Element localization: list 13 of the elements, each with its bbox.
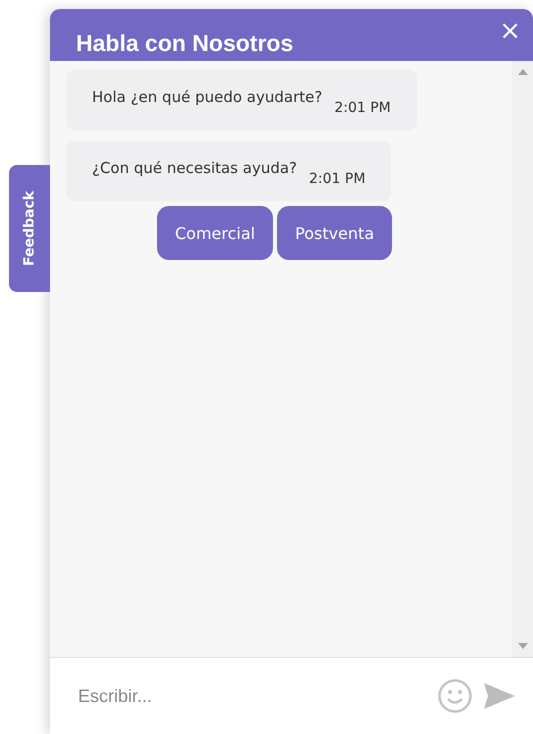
message-text: ¿Con qué necesitas ayuda? — [92, 158, 298, 179]
smiley-icon[interactable] — [437, 678, 473, 714]
quick-reply-button[interactable]: Postventa — [277, 206, 392, 260]
scrollbar[interactable] — [512, 61, 533, 657]
feedback-tab[interactable]: Feedback — [9, 165, 50, 292]
scroll-up-icon[interactable] — [518, 69, 528, 75]
message-time: 2:01 PM — [309, 171, 366, 187]
message-time: 2:01 PM — [334, 100, 391, 116]
chat-title: Habla con Nosotros — [76, 30, 294, 57]
close-button[interactable]: × — [499, 21, 521, 41]
scroll-down-icon[interactable] — [518, 643, 528, 649]
quick-reply-button[interactable]: Comercial — [157, 206, 274, 260]
message-text: Hola ¿en qué puedo ayudarte? — [92, 87, 322, 108]
